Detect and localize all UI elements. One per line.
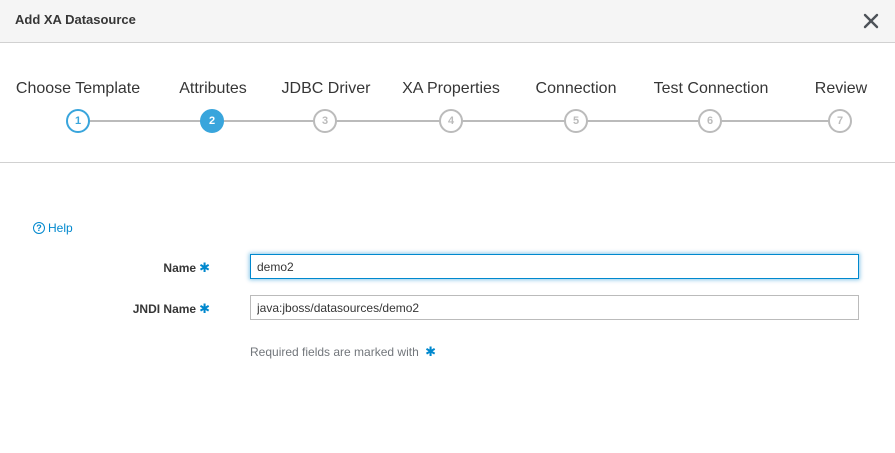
step-label-jdbc-driver: JDBC Driver: [281, 80, 371, 97]
close-icon[interactable]: [861, 10, 881, 32]
step-circle-1[interactable]: 1: [66, 109, 90, 133]
step-label-xa-properties: XA Properties: [402, 80, 500, 97]
step-label-test-connection: Test Connection: [653, 80, 769, 97]
step-circle-3: 3: [313, 109, 337, 133]
name-label-text: Name: [163, 261, 197, 275]
required-asterisk-icon: ✱: [425, 344, 436, 359]
step-label-attributes[interactable]: Attributes: [179, 80, 247, 98]
help-label: Help: [48, 221, 73, 235]
jndi-name-label: JNDI Name ✱: [10, 301, 210, 317]
step-circle-2[interactable]: 2: [200, 109, 224, 133]
step-circle-6: 6: [698, 109, 722, 133]
required-note-text: Required fields are marked with: [250, 345, 419, 359]
step-label-connection: Connection: [535, 80, 617, 97]
step-circle-5: 5: [564, 109, 588, 133]
wizard-steps: Choose Template Attributes JDBC Driver X…: [0, 43, 895, 163]
step-label-choose-template[interactable]: Choose Template: [16, 80, 140, 98]
step-label-review: Review: [814, 80, 868, 97]
dialog-header: Add XA Datasource: [0, 0, 895, 43]
required-fields-note: Required fields are marked with ✱: [250, 344, 436, 360]
help-link[interactable]: ? Help: [33, 221, 73, 235]
required-asterisk-icon: ✱: [199, 301, 210, 316]
name-input[interactable]: [250, 254, 859, 279]
question-circle-icon: ?: [33, 222, 45, 234]
dialog-title: Add XA Datasource: [15, 12, 136, 27]
required-asterisk-icon: ✱: [199, 260, 210, 275]
jndi-name-label-text: JNDI Name: [132, 302, 197, 316]
step-circle-7: 7: [828, 109, 852, 133]
jndi-name-input[interactable]: [250, 295, 859, 320]
add-xa-datasource-dialog: Add XA Datasource Choose Template Attrib…: [0, 0, 895, 453]
name-label: Name ✱: [10, 260, 210, 276]
step-circle-4: 4: [439, 109, 463, 133]
